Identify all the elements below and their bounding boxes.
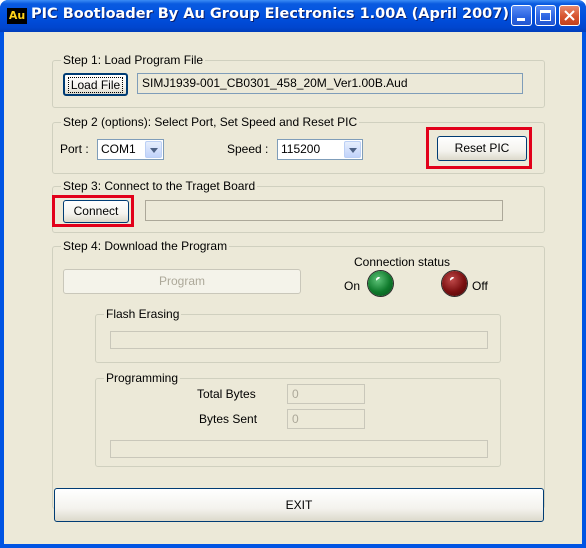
speed-value: 115200: [281, 142, 321, 156]
step4-group: Step 4: Download the Program Program Con…: [52, 239, 545, 509]
step1-group: Step 1: Load Program File Load File SIMJ…: [52, 53, 545, 108]
programming-legend: Programming: [104, 371, 181, 385]
chevron-down-icon[interactable]: [344, 141, 361, 158]
port-value: COM1: [101, 142, 136, 156]
connection-status-group: Connection status On Off: [338, 255, 519, 305]
exit-label: EXIT: [285, 498, 313, 512]
port-select[interactable]: COM1: [97, 139, 164, 160]
step3-legend: Step 3: Connect to the Traget Board: [61, 179, 258, 193]
title-bar[interactable]: Au PIC Bootloader By Au Group Electronic…: [0, 0, 586, 32]
chevron-down-icon[interactable]: [145, 141, 162, 158]
off-indicator-icon: [442, 271, 467, 296]
bytes-sent-label: Bytes Sent: [199, 412, 258, 426]
minimize-button[interactable]: [511, 5, 532, 26]
step4-legend: Step 4: Download the Program: [61, 239, 230, 253]
total-bytes-field: 0: [287, 384, 365, 404]
minimize-icon: [517, 18, 525, 21]
programming-group: Programming Total Bytes 0 Bytes Sent 0: [95, 371, 501, 467]
speed-select[interactable]: 115200: [277, 139, 363, 160]
bytes-sent-field: 0: [287, 409, 365, 429]
load-file-button[interactable]: Load File: [63, 73, 128, 96]
speed-label: Speed :: [227, 142, 269, 156]
flash-erasing-group: Flash Erasing: [95, 307, 501, 363]
close-button[interactable]: [559, 5, 580, 26]
app-logo-icon: Au: [7, 8, 27, 24]
exit-button[interactable]: EXIT: [54, 488, 544, 522]
dialog-body: Step 1: Load Program File Load File SIMJ…: [4, 32, 582, 544]
window-title: PIC Bootloader By Au Group Electronics 1…: [31, 6, 509, 22]
step1-legend: Step 1: Load Program File: [61, 53, 206, 67]
program-label: Program: [158, 274, 205, 288]
flash-erasing-progress-bar: [110, 331, 488, 349]
close-icon: [564, 10, 575, 21]
connect-highlight-box: [52, 195, 134, 227]
connect-status-field: [145, 200, 503, 221]
programming-progress-bar: [110, 440, 488, 458]
on-indicator-icon: [368, 271, 393, 296]
load-file-label: Load File: [67, 77, 124, 93]
on-indicator-glint: [375, 276, 382, 283]
port-label: Port :: [60, 142, 89, 156]
flash-erasing-legend: Flash Erasing: [104, 307, 182, 321]
off-indicator-glint: [449, 276, 456, 283]
reset-highlight-box: [426, 127, 532, 169]
total-bytes-label: Total Bytes: [197, 387, 256, 401]
app-window: Au PIC Bootloader By Au Group Electronic…: [0, 0, 586, 548]
off-label: Off: [472, 279, 488, 293]
program-button[interactable]: Program: [63, 269, 301, 294]
on-label: On: [344, 279, 361, 293]
maximize-button[interactable]: [535, 5, 556, 26]
maximize-icon: [540, 10, 551, 21]
step2-legend: Step 2 (options): Select Port, Set Speed…: [61, 115, 360, 129]
file-path-field: SIMJ1939-001_CB0301_458_20M_Ver1.00B.Aud: [137, 73, 523, 94]
connection-status-legend: Connection status: [352, 255, 453, 269]
